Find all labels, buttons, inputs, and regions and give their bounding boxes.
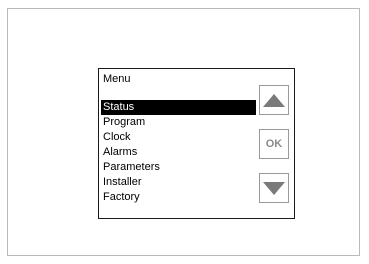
menu-title: Menu <box>103 73 131 85</box>
ok-label: OK <box>265 138 283 150</box>
menu-item-program[interactable]: Program <box>101 115 256 130</box>
menu-list: Status Program Clock Alarms Parameters I… <box>101 100 256 205</box>
menu-item-parameters[interactable]: Parameters <box>101 160 256 175</box>
triangle-up-icon <box>263 93 285 107</box>
menu-item-installer[interactable]: Installer <box>101 175 256 190</box>
up-button[interactable] <box>259 85 289 115</box>
menu-item-alarms[interactable]: Alarms <box>101 145 256 160</box>
menu-item-status[interactable]: Status <box>101 100 256 115</box>
lcd-screen: Menu Status Program Clock Alarms Paramet… <box>98 68 295 219</box>
ok-button[interactable]: OK <box>259 129 289 159</box>
down-button[interactable] <box>259 173 289 203</box>
menu-item-clock[interactable]: Clock <box>101 130 256 145</box>
triangle-down-icon <box>263 181 285 195</box>
device-panel: Menu Status Program Clock Alarms Paramet… <box>7 8 360 256</box>
menu-item-factory[interactable]: Factory <box>101 190 256 205</box>
